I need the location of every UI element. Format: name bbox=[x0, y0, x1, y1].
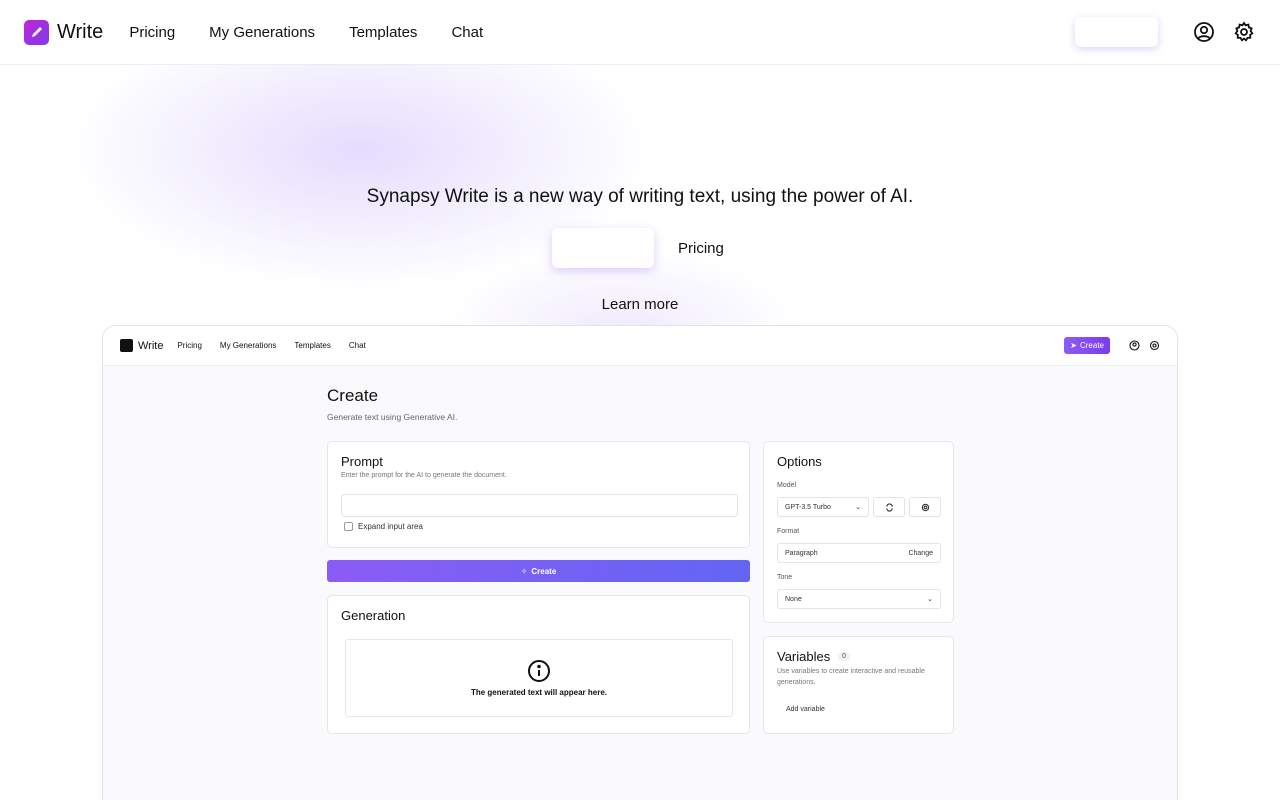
tone-value: None bbox=[785, 595, 802, 603]
prompt-card: Prompt Enter the prompt for the AI to ge… bbox=[327, 441, 750, 548]
hero-pricing-link[interactable]: Pricing bbox=[678, 240, 724, 257]
preview-account-icon bbox=[1128, 340, 1140, 352]
format-select: Paragraph Change bbox=[777, 543, 941, 563]
nav-link-chat[interactable]: Chat bbox=[451, 24, 483, 41]
nav-link-my-generations[interactable]: My Generations bbox=[209, 24, 315, 41]
variables-title: Variables bbox=[777, 649, 831, 664]
options-card: Options Model GPT-3.5 Turbo ⌄ Format Par… bbox=[763, 441, 954, 623]
format-label: Format bbox=[777, 528, 800, 535]
preview-gear-icon bbox=[1148, 340, 1160, 352]
generation-output: The generated text will appear here. bbox=[345, 639, 733, 717]
model-select: GPT-3.5 Turbo ⌄ bbox=[777, 497, 869, 517]
expand-checkbox bbox=[344, 522, 353, 531]
hero-primary-button[interactable] bbox=[552, 228, 654, 268]
generate-label: Create bbox=[531, 566, 557, 576]
tone-chevron-down-icon: ⌄ bbox=[927, 596, 933, 603]
brand-name: Write bbox=[57, 20, 104, 43]
refresh-icon bbox=[873, 497, 905, 517]
account-circle-icon[interactable] bbox=[1192, 20, 1216, 44]
preview-generate-button: ✧ Create bbox=[327, 560, 750, 582]
preview-nav-my-generations: My Generations bbox=[219, 341, 277, 350]
variables-description: Use variables to create interactive and … bbox=[777, 668, 925, 686]
preview-create-button: ➤ Create bbox=[1064, 337, 1110, 354]
model-label: Model bbox=[777, 482, 797, 489]
add-variable-button: Add variable bbox=[786, 706, 825, 713]
preview-page-subtitle: Generate text using Generative AI. bbox=[327, 412, 458, 422]
variables-card: Variables 0 Use variables to create inte… bbox=[763, 636, 954, 734]
format-change-button: Change bbox=[908, 549, 933, 557]
generation-empty-text: The generated text will appear here. bbox=[470, 688, 608, 697]
preview-create-label: Create bbox=[1079, 341, 1104, 350]
tone-label: Tone bbox=[777, 574, 793, 581]
chevron-down-icon: ⌄ bbox=[855, 504, 861, 511]
preview-pen-logo-icon bbox=[120, 339, 133, 352]
preview-brand-name: Write bbox=[138, 339, 164, 352]
learn-more-link[interactable]: Learn more bbox=[0, 296, 1280, 313]
variables-count-badge: 0 bbox=[838, 652, 850, 661]
preview-nav-chat: Chat bbox=[348, 341, 366, 350]
preview-navigation: Write Pricing My Generations Templates C… bbox=[103, 326, 1177, 366]
top-navigation: Write Pricing My Generations Templates C… bbox=[0, 0, 1280, 65]
hero-title: Synapsy Write is a new way of writing te… bbox=[366, 186, 914, 207]
prompt-description: Enter the prompt for the AI to generate … bbox=[341, 472, 507, 479]
settings-gear-icon[interactable] bbox=[1232, 20, 1256, 44]
preview-nav-templates: Templates bbox=[294, 341, 331, 350]
model-value: GPT-3.5 Turbo bbox=[785, 503, 831, 511]
preview-rocket-icon: ➤ bbox=[1070, 341, 1077, 350]
options-title: Options bbox=[777, 454, 822, 469]
generation-card: Generation The generated text will appea… bbox=[327, 595, 750, 734]
format-value: Paragraph bbox=[785, 549, 818, 557]
expand-label: Expand input area bbox=[358, 522, 423, 531]
sparkle-icon: ✧ bbox=[520, 566, 528, 576]
create-button[interactable] bbox=[1075, 17, 1158, 47]
preview-page-title: Create bbox=[327, 386, 379, 405]
preview-body: Create Generate text using Generative AI… bbox=[103, 366, 1177, 800]
pen-logo-icon bbox=[24, 19, 49, 45]
info-icon bbox=[528, 660, 550, 682]
prompt-input bbox=[341, 494, 738, 517]
brand-logo[interactable]: Write bbox=[24, 19, 104, 45]
nav-link-templates[interactable]: Templates bbox=[349, 24, 417, 41]
preview-brand: Write bbox=[120, 339, 163, 352]
prompt-title: Prompt bbox=[341, 454, 383, 469]
generation-title: Generation bbox=[341, 608, 406, 623]
app-preview: Write Pricing My Generations Templates C… bbox=[102, 325, 1178, 800]
model-settings-icon bbox=[909, 497, 941, 517]
hero-actions: Pricing bbox=[552, 228, 724, 268]
expand-input-row: Expand input area bbox=[344, 522, 423, 531]
tone-select: None ⌄ bbox=[777, 589, 941, 609]
preview-nav-pricing: Pricing bbox=[177, 341, 202, 350]
nav-link-pricing[interactable]: Pricing bbox=[129, 24, 175, 41]
